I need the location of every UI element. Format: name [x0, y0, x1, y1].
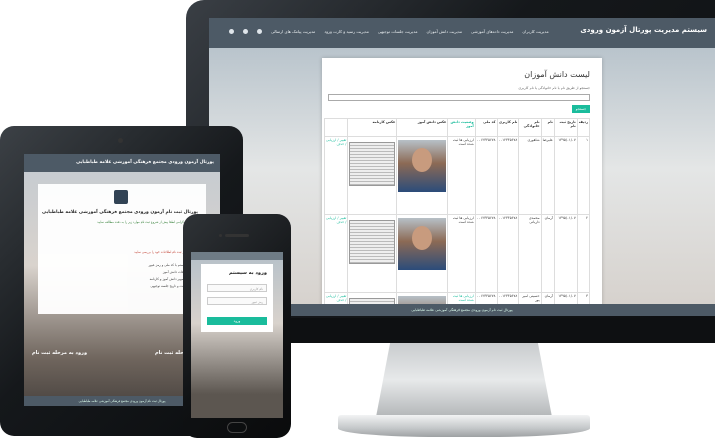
row-actions[interactable]: تغییر / ارزیابی / حذف [323, 136, 349, 215]
nav-item-users[interactable]: مدیریت کاربران [522, 29, 548, 34]
report-card-cell [347, 214, 398, 293]
row-username: ۰۰۱۲۳۴۵۶۷۸ [496, 136, 520, 215]
column-header: عکس کارنامه [347, 118, 398, 137]
report-card-image[interactable] [349, 142, 396, 186]
report-card-image[interactable] [349, 220, 396, 264]
row-last-name: شاهوری [518, 136, 542, 215]
column-header: نام کاربری [496, 118, 520, 137]
desktop-topbar: مدیریت پیامک های ارسالی مدیریت رسید و کا… [209, 18, 715, 48]
tablet-card-title: پورتال ثبت نام آزمون ورودی مجتمع فرهنگی … [42, 210, 198, 215]
list-item: انتخاب ساعت و تاریخ جلسه توجیهی [150, 284, 198, 288]
column-header: ردیف [576, 118, 591, 137]
row-national-id: ۰۰۱۲۳۴۵۶۷۸ [474, 136, 498, 215]
settings-icon[interactable] [229, 29, 234, 34]
students-table: ردیف تاریخ ثبت نام نام نام خانوادگی نام … [323, 118, 591, 308]
table-header-row: ردیف تاریخ ثبت نام نام نام خانوادگی نام … [323, 118, 591, 137]
column-header: وضعیت دانش آموز [447, 118, 476, 137]
page-title: لیست دانش آموزان [524, 70, 590, 79]
nav-item-receipts[interactable]: مدیریت رسید و کارت ورود [324, 29, 369, 34]
nav-item-education[interactable]: مدیریت داده‌های آموزشی [471, 29, 513, 34]
lock-icon[interactable] [257, 29, 262, 34]
search-button[interactable]: جستجو [572, 105, 590, 113]
row-index: ۱ [576, 136, 591, 215]
phone-device: ورود به سیستم نام کاربری رمز عبور ورود [183, 214, 291, 438]
row-index: ۲ [576, 214, 591, 293]
register-link-left[interactable]: ورود به مرحله ثبت نام [32, 350, 87, 356]
list-item: ورود به سیستم با کد ملی و رمز عبور [148, 263, 198, 267]
tablet-info-card: پورتال ثبت نام آزمون ورودی مجتمع فرهنگی … [38, 184, 206, 314]
password-input[interactable]: رمز عبور [207, 297, 267, 305]
column-header [323, 118, 349, 137]
search-hint: جستجو از طریق نام یا نام خانوادگی یا نام… [518, 86, 590, 90]
row-date: ۱۳۹۵/۰۱/۰۷ [553, 214, 578, 293]
row-status: ارزیابی ها ثبت شده است [447, 136, 476, 215]
row-first-name: علیرضا [540, 136, 555, 215]
login-title: ورود به سیستم [228, 270, 267, 276]
report-card-cell [347, 136, 398, 215]
monitor-base [338, 415, 590, 437]
table-row: ۱ ۱۳۹۵/۰۱/۰۷ علیرضا شاهوری ۰۰۱۲۳۴۵۶۷۸ ۰۰… [323, 136, 591, 215]
column-header: کد ملی [474, 118, 498, 137]
row-status: ارزیابی ها ثبت شده است [447, 214, 476, 293]
row-actions[interactable]: تغییر / ارزیابی / حذف [323, 214, 349, 293]
login-card: ورود به سیستم نام کاربری رمز عبور ورود [201, 264, 273, 332]
phone-speaker [225, 234, 249, 237]
nav-item-students[interactable]: مدیریت دانش آموزان [426, 29, 462, 34]
phone-camera [219, 234, 222, 237]
row-national-id: ۰۰۱۲۳۴۵۶۷۸ [474, 214, 498, 293]
column-header: نام [540, 118, 555, 137]
user-icon[interactable] [243, 29, 248, 34]
students-panel: لیست دانش آموزان جستجو از طریق نام یا نا… [322, 58, 602, 308]
student-photo[interactable] [398, 140, 447, 192]
nav-item-sessions[interactable]: مدیریت جلسات توجیهی [378, 29, 418, 34]
column-header: تاریخ ثبت نام [553, 118, 578, 137]
tablet-steps-list: ورود به سیستم با کد ملی و رمز عبور تکمیل… [48, 262, 198, 290]
search-input[interactable] [328, 94, 590, 101]
student-photo[interactable] [398, 218, 447, 270]
student-photo-cell [396, 136, 449, 215]
nav-item-sms[interactable]: مدیریت پیامک های ارسالی [271, 29, 315, 34]
row-username: ۰۰۱۲۳۴۵۶۷۸ [496, 214, 520, 293]
desktop-brand: سیستم مدیریت پورتال آزمون ورودی [580, 26, 707, 34]
phone-home-button[interactable] [227, 422, 247, 433]
row-first-name: آرمان [540, 214, 555, 293]
username-input[interactable]: نام کاربری [207, 284, 267, 292]
monitor-stand [376, 343, 552, 417]
tablet-header: پورتال آزمون ورودی مجتمع فرهنگی آموزشی ع… [24, 154, 220, 172]
student-photo-cell [396, 214, 449, 293]
list-item: بارگذاری تصویر دانش آموز و کارنامه [149, 277, 198, 281]
row-last-name: محمدی داریانی [518, 214, 542, 293]
tablet-card-text: دانش آموز گرامی لطفا پیش از شروع ثبت نام… [97, 220, 198, 224]
phone-topbar [191, 252, 283, 260]
login-button[interactable]: ورود [207, 317, 267, 325]
phone-screen: ورود به سیستم نام کاربری رمز عبور ورود [191, 252, 283, 418]
school-logo-icon [114, 190, 128, 204]
tablet-camera [118, 138, 123, 143]
table-row: ۲ ۱۳۹۵/۰۱/۰۷ آرمان محمدی داریانی ۰۰۱۲۳۴۵… [323, 214, 591, 293]
row-date: ۱۳۹۵/۰۱/۰۷ [553, 136, 578, 215]
list-item: تکمیل اطلاعات دانش آموز [162, 270, 198, 274]
column-header: نام خانوادگی [518, 118, 542, 137]
column-header: عکس دانش آموز [396, 118, 449, 137]
desktop-nav: مدیریت پیامک های ارسالی مدیریت رسید و کا… [229, 29, 549, 34]
